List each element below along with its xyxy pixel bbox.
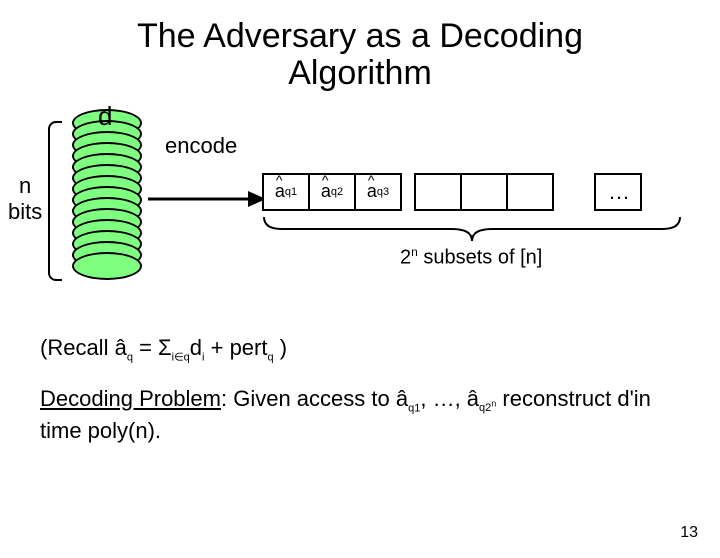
page-number: 13	[680, 524, 698, 542]
recall-close: )	[274, 335, 287, 360]
d-label: d	[98, 101, 112, 132]
cell3-sub: q3	[377, 186, 389, 198]
recall-ahat: â	[115, 335, 127, 360]
cell2-sub: q2	[331, 186, 343, 198]
decoding-label: Decoding Problem	[40, 386, 221, 411]
subsets-n: n	[411, 245, 418, 259]
recall-plus: + pert	[205, 335, 268, 360]
recall-eq: =	[133, 335, 158, 360]
ellipsis-cells: …	[608, 179, 633, 205]
cell-aq2: ^aq2	[308, 173, 356, 211]
database-stack-icon	[72, 109, 142, 289]
cell-empty-1	[414, 173, 462, 211]
codeword-cells: ^aq1 ^aq2 ^aq3	[262, 173, 640, 211]
subsets-2: 2	[400, 246, 411, 268]
cell-empty-3	[506, 173, 554, 211]
decoding-q2: q2	[479, 402, 491, 414]
underbrace-icon	[262, 215, 682, 245]
encode-arrow-icon	[148, 187, 268, 217]
n-label: n	[19, 173, 31, 198]
subsets-label: 2n subsets of [n]	[400, 245, 542, 270]
decoding-a1: â	[396, 386, 408, 411]
subsets-text: subsets of [n]	[418, 246, 543, 268]
title-line-2: Algorithm	[288, 54, 432, 92]
recall-ieq: i∈q	[172, 351, 190, 363]
encode-label: encode	[165, 133, 237, 159]
decoding-text1: : Given access to	[221, 386, 396, 411]
cell-aq1: ^aq1	[262, 173, 310, 211]
title-line-1: The Adversary as a Decoding	[137, 17, 583, 55]
decoding-q1: q1	[408, 402, 420, 414]
decoding-text2: reconstruct	[496, 386, 617, 411]
cell-aq3: ^aq3	[354, 173, 402, 211]
recall-di: d	[190, 335, 202, 360]
n-bits-label: n bits	[8, 173, 42, 226]
decoding-problem: Decoding Problem: Given access to âq1, ……	[40, 384, 680, 448]
decoding-comma: , …,	[420, 386, 466, 411]
recall-line: (Recall âq = Σi∈qdi + pertq )	[40, 333, 680, 366]
cell1-sub: q1	[285, 186, 297, 198]
decoding-d: d'	[617, 386, 633, 411]
cell-empty-2	[460, 173, 508, 211]
left-brace	[48, 121, 62, 281]
bits-label: bits	[8, 199, 42, 224]
slide-title: The Adversary as a Decoding Algorithm	[0, 18, 720, 93]
decoding-a2: â	[467, 386, 479, 411]
recall-open: (Recall	[40, 335, 115, 360]
diagram-area: n bits d encode ^aq1 ^aq2 ^aq3	[0, 103, 720, 323]
recall-sigma: Σ	[158, 335, 172, 360]
